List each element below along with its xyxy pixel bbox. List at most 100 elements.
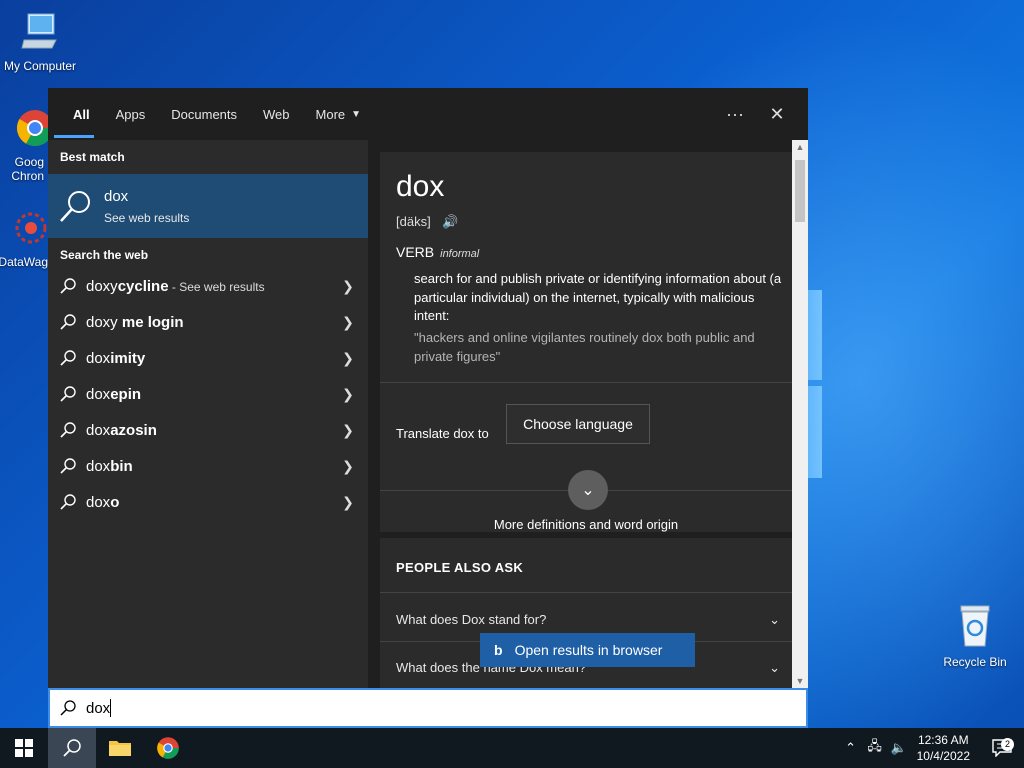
- divider: [380, 382, 792, 383]
- desktop-icon-my-computer[interactable]: My Computer: [0, 10, 80, 73]
- desktop-icon-recycle-bin[interactable]: Recycle Bin: [935, 602, 1015, 669]
- volume-icon[interactable]: 🔈: [887, 740, 911, 756]
- results-list: Best match dox See web results Search th…: [48, 140, 368, 688]
- tab-all[interactable]: All: [48, 88, 103, 140]
- tab-more-label: More: [315, 106, 346, 122]
- search-tabs-bar: All Apps Documents Web More ▼ ··· ✕: [48, 88, 808, 140]
- tab-apps[interactable]: Apps: [103, 88, 159, 140]
- text-cursor: [110, 699, 112, 717]
- suggestion-prefix: dox: [86, 385, 111, 403]
- search-icon: [63, 739, 81, 757]
- preview-pane: dox [däks] 🔊 VERB informal search for and…: [368, 140, 808, 688]
- chevron-right-icon[interactable]: ❯: [328, 494, 368, 511]
- chevron-right-icon[interactable]: ❯: [328, 314, 368, 331]
- search-icon: [60, 350, 76, 366]
- clock-time: 12:36 AM: [917, 733, 969, 747]
- windows-logo-icon: [15, 739, 33, 757]
- suggestion-item[interactable]: doxepin ❯: [48, 376, 368, 412]
- suggestion-completion: imity: [110, 349, 146, 367]
- definition-card: dox [däks] 🔊 VERB informal search for and…: [380, 152, 792, 532]
- suggestion-hint: - See web results: [168, 279, 265, 294]
- scrollbar-thumb[interactable]: [795, 160, 805, 222]
- chevron-up-icon[interactable]: ⌃: [839, 740, 863, 756]
- search-web-heading: Search the web: [60, 248, 149, 262]
- suggestion-item[interactable]: doxazosin ❯: [48, 412, 368, 448]
- recycle-bin-icon: [960, 605, 990, 647]
- tab-more[interactable]: More ▼: [303, 88, 375, 140]
- search-icon: [60, 494, 76, 510]
- suggestion-item[interactable]: doxycycline - See web results ❯: [48, 268, 368, 304]
- chevron-right-icon[interactable]: ❯: [328, 350, 368, 367]
- caret-down-icon: ▼: [351, 108, 362, 120]
- open-results-label: Open results in browser: [514, 642, 663, 658]
- suggestion-prefix: doxy: [86, 313, 118, 331]
- search-icon: [60, 191, 90, 222]
- expand-chevron-icon[interactable]: ⌄: [568, 470, 608, 510]
- desktop-icon-datawag[interactable]: DataWag: [0, 208, 50, 269]
- translate-label: Translate dox to: [396, 426, 489, 441]
- register-label: informal: [440, 248, 480, 260]
- chevron-right-icon[interactable]: ❯: [328, 458, 368, 475]
- clock-date: 10/4/2022: [916, 749, 970, 763]
- search-icon: [60, 458, 76, 474]
- suggestion-prefix: dox: [86, 421, 111, 439]
- scroll-down-icon[interactable]: ▼: [792, 676, 808, 686]
- suggestion-item[interactable]: doximity ❯: [48, 340, 368, 376]
- choose-language-button[interactable]: Choose language: [506, 404, 650, 444]
- network-icon[interactable]: 🖧: [863, 737, 887, 759]
- pronunciation: [däks] 🔊: [396, 214, 459, 230]
- chevron-down-icon: ⌄: [769, 612, 780, 627]
- more-definitions-link[interactable]: More definitions and word origin: [380, 517, 792, 532]
- suggestion-completion: me login: [117, 313, 184, 331]
- bing-icon: b: [494, 642, 503, 658]
- part-of-speech-text: VERB: [396, 244, 435, 260]
- speaker-icon[interactable]: 🔊: [442, 214, 458, 229]
- suggestion-completion: cycline: [117, 277, 169, 295]
- best-match-title: dox: [104, 187, 129, 205]
- chevron-right-icon[interactable]: ❯: [328, 278, 368, 295]
- datawag-icon: [15, 212, 47, 244]
- close-button[interactable]: ✕: [756, 88, 798, 140]
- scrollbar[interactable]: ▲ ▼: [792, 140, 808, 688]
- divider: [380, 592, 792, 593]
- tab-documents[interactable]: Documents: [158, 88, 250, 140]
- notification-count-badge: 2: [1001, 738, 1014, 751]
- part-of-speech: VERB informal: [396, 244, 479, 260]
- more-options-button[interactable]: ···: [714, 88, 756, 140]
- folder-icon: [109, 741, 131, 756]
- best-match-subtitle: See web results: [104, 210, 190, 225]
- taskbar-chrome[interactable]: [144, 728, 192, 768]
- example-sentence: "hackers and online vigilantes routinely…: [414, 330, 755, 364]
- search-input-value: dox: [86, 699, 111, 717]
- best-match-item[interactable]: dox See web results: [48, 174, 368, 238]
- pronunciation-text: [däks]: [396, 214, 431, 229]
- suggestion-completion: bin: [110, 457, 133, 475]
- suggestion-item[interactable]: doxo ❯: [48, 484, 368, 520]
- suggestion-prefix: dox: [86, 349, 111, 367]
- taskbar-search-button[interactable]: [48, 728, 96, 768]
- suggestion-item[interactable]: doxy me login ❯: [48, 304, 368, 340]
- desktop-icon-label: Recycle Bin: [943, 655, 1007, 669]
- open-results-in-browser-button[interactable]: b Open results in browser: [480, 633, 695, 667]
- tab-web[interactable]: Web: [250, 88, 303, 140]
- system-tray: ⌃ 🖧 🔈 12:36 AM 10/4/2022 2: [839, 728, 1024, 768]
- taskbar-file-explorer[interactable]: [96, 728, 144, 768]
- start-button[interactable]: [0, 728, 48, 768]
- clock[interactable]: 12:36 AM 10/4/2022: [917, 732, 970, 764]
- chevron-right-icon[interactable]: ❯: [328, 422, 368, 439]
- search-panel: All Apps Documents Web More ▼ ··· ✕ Best…: [48, 88, 808, 688]
- taskbar: ⌃ 🖧 🔈 12:36 AM 10/4/2022 2: [0, 728, 1024, 768]
- chevron-down-icon: ⌄: [769, 660, 780, 675]
- google-chrome-icon: [157, 737, 179, 759]
- scroll-up-icon[interactable]: ▲: [792, 142, 808, 152]
- suggestion-item[interactable]: doxbin ❯: [48, 448, 368, 484]
- search-icon: [60, 278, 76, 294]
- question-text: What does Dox stand for?: [396, 612, 547, 627]
- search-input[interactable]: dox: [48, 688, 808, 728]
- question-row[interactable]: What does Dox stand for? ⌄: [396, 612, 780, 628]
- action-center-button[interactable]: 2: [980, 738, 1024, 757]
- suggestion-completion: o: [110, 493, 120, 511]
- suggestion-completion: azosin: [110, 421, 157, 439]
- suggestion-completion: epin: [110, 385, 142, 403]
- chevron-right-icon[interactable]: ❯: [328, 386, 368, 403]
